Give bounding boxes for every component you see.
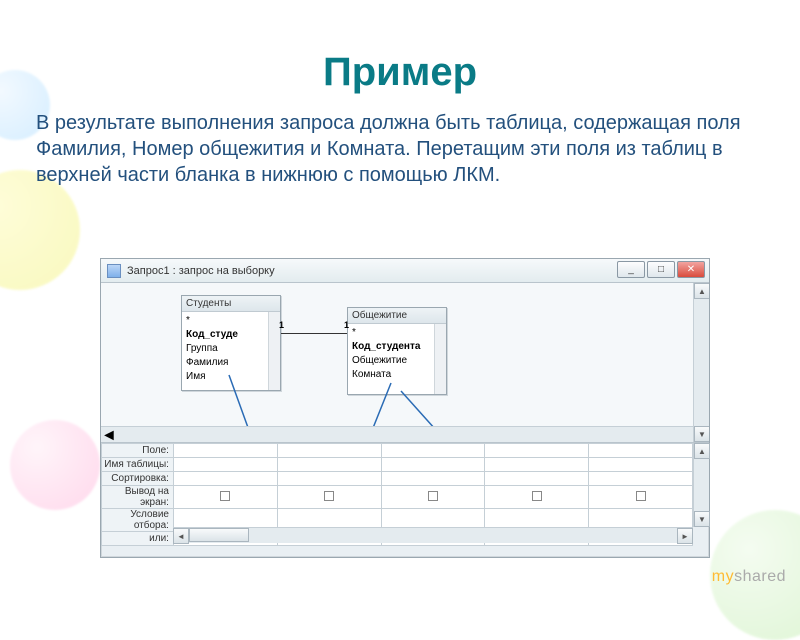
scroll-up-icon[interactable]: ▲ — [694, 443, 710, 459]
grid-vertical-scrollbar[interactable]: ▲ ▼ — [693, 443, 709, 527]
grid-cell[interactable] — [173, 472, 277, 486]
grid-cell[interactable] — [485, 444, 589, 458]
grid-cell[interactable] — [589, 458, 693, 472]
field-item[interactable]: Фамилия — [186, 356, 276, 370]
grid-row: Сортировка: — [102, 472, 693, 486]
grid-cell[interactable] — [381, 444, 485, 458]
grid-cell[interactable] — [173, 444, 277, 458]
maximize-button[interactable]: □ — [647, 261, 675, 278]
field-item[interactable]: * — [186, 314, 276, 328]
grid-cell[interactable] — [589, 486, 693, 509]
grid-cell[interactable] — [277, 458, 381, 472]
show-checkbox[interactable] — [636, 491, 646, 501]
table-box-dorm[interactable]: Общежитие * Код_студента Общежитие Комна… — [347, 307, 447, 395]
grid-row: Имя таблицы: — [102, 458, 693, 472]
window-titlebar[interactable]: Запрос1 : запрос на выборку _ □ ✕ — [101, 259, 709, 283]
field-item[interactable]: Имя — [186, 370, 276, 384]
scroll-left-icon[interactable]: ◄ — [173, 528, 189, 544]
grid-cell[interactable] — [381, 486, 485, 509]
show-checkbox[interactable] — [532, 491, 542, 501]
window-title: Запрос1 : запрос на выборку — [127, 265, 275, 277]
scroll-up-icon[interactable]: ▲ — [694, 283, 709, 299]
field-item[interactable]: * — [352, 326, 442, 340]
scroll-right-icon[interactable]: ► — [677, 528, 693, 544]
diagram-vertical-scrollbar[interactable]: ▲ ▼ — [693, 283, 709, 442]
diagram-horizontal-scrollbar[interactable]: ◄ ► — [101, 426, 693, 442]
grid-row: Поле: — [102, 444, 693, 458]
minimize-button[interactable]: _ — [617, 261, 645, 278]
show-checkbox[interactable] — [428, 491, 438, 501]
grid-cell[interactable] — [173, 486, 277, 509]
grid-cell[interactable] — [277, 444, 381, 458]
field-item[interactable]: Код_студента — [352, 340, 442, 354]
grid-row-label: Поле: — [102, 444, 174, 458]
table-caption: Общежитие — [348, 308, 446, 324]
scroll-left-icon[interactable]: ◄ — [101, 427, 693, 443]
grid-cell[interactable] — [381, 458, 485, 472]
table-box-students[interactable]: Студенты * Код_студе Группа Фамилия Имя — [181, 295, 281, 391]
grid-row-label: Вывод на экран: — [102, 486, 174, 509]
diagram-pane[interactable]: Студенты * Код_студе Группа Фамилия Имя … — [101, 283, 709, 443]
show-checkbox[interactable] — [324, 491, 334, 501]
design-grid-pane[interactable]: Поле:Имя таблицы:Сортировка:Вывод на экр… — [101, 443, 709, 543]
relationship-line[interactable] — [281, 333, 347, 349]
grid-cell[interactable] — [485, 458, 589, 472]
field-item[interactable]: Комната — [352, 368, 442, 382]
grid-horizontal-scrollbar[interactable]: ◄ ► — [173, 527, 693, 543]
show-checkbox[interactable] — [220, 491, 230, 501]
query-designer-window: Запрос1 : запрос на выборку _ □ ✕ Студен… — [100, 258, 710, 558]
grid-cell[interactable] — [173, 458, 277, 472]
grid-cell[interactable] — [589, 444, 693, 458]
grid-row-label: или: — [102, 532, 174, 546]
field-item[interactable]: Общежитие — [352, 354, 442, 368]
grid-cell[interactable] — [277, 486, 381, 509]
slide-paragraph: В результате выполнения запроса должна б… — [36, 110, 764, 188]
grid-row-label: Имя таблицы: — [102, 458, 174, 472]
watermark: myshared — [712, 568, 786, 586]
field-item[interactable]: Группа — [186, 342, 276, 356]
scroll-thumb[interactable] — [189, 528, 249, 542]
grid-cell[interactable] — [485, 486, 589, 509]
field-item[interactable]: Код_студе — [186, 328, 276, 342]
scroll-down-icon[interactable]: ▼ — [694, 511, 710, 527]
close-button[interactable]: ✕ — [677, 261, 705, 278]
grid-row-label: Сортировка: — [102, 472, 174, 486]
grid-cell[interactable] — [589, 472, 693, 486]
scroll-down-icon[interactable]: ▼ — [694, 426, 709, 442]
grid-cell[interactable] — [277, 472, 381, 486]
grid-cell[interactable] — [381, 472, 485, 486]
slide-title: Пример — [0, 50, 800, 95]
grid-row: Вывод на экран: — [102, 486, 693, 509]
grid-cell[interactable] — [485, 472, 589, 486]
window-icon — [107, 264, 121, 278]
table-scrollbar[interactable] — [434, 324, 446, 394]
table-caption: Студенты — [182, 296, 280, 312]
grid-row-label: Условие отбора: — [102, 509, 174, 532]
